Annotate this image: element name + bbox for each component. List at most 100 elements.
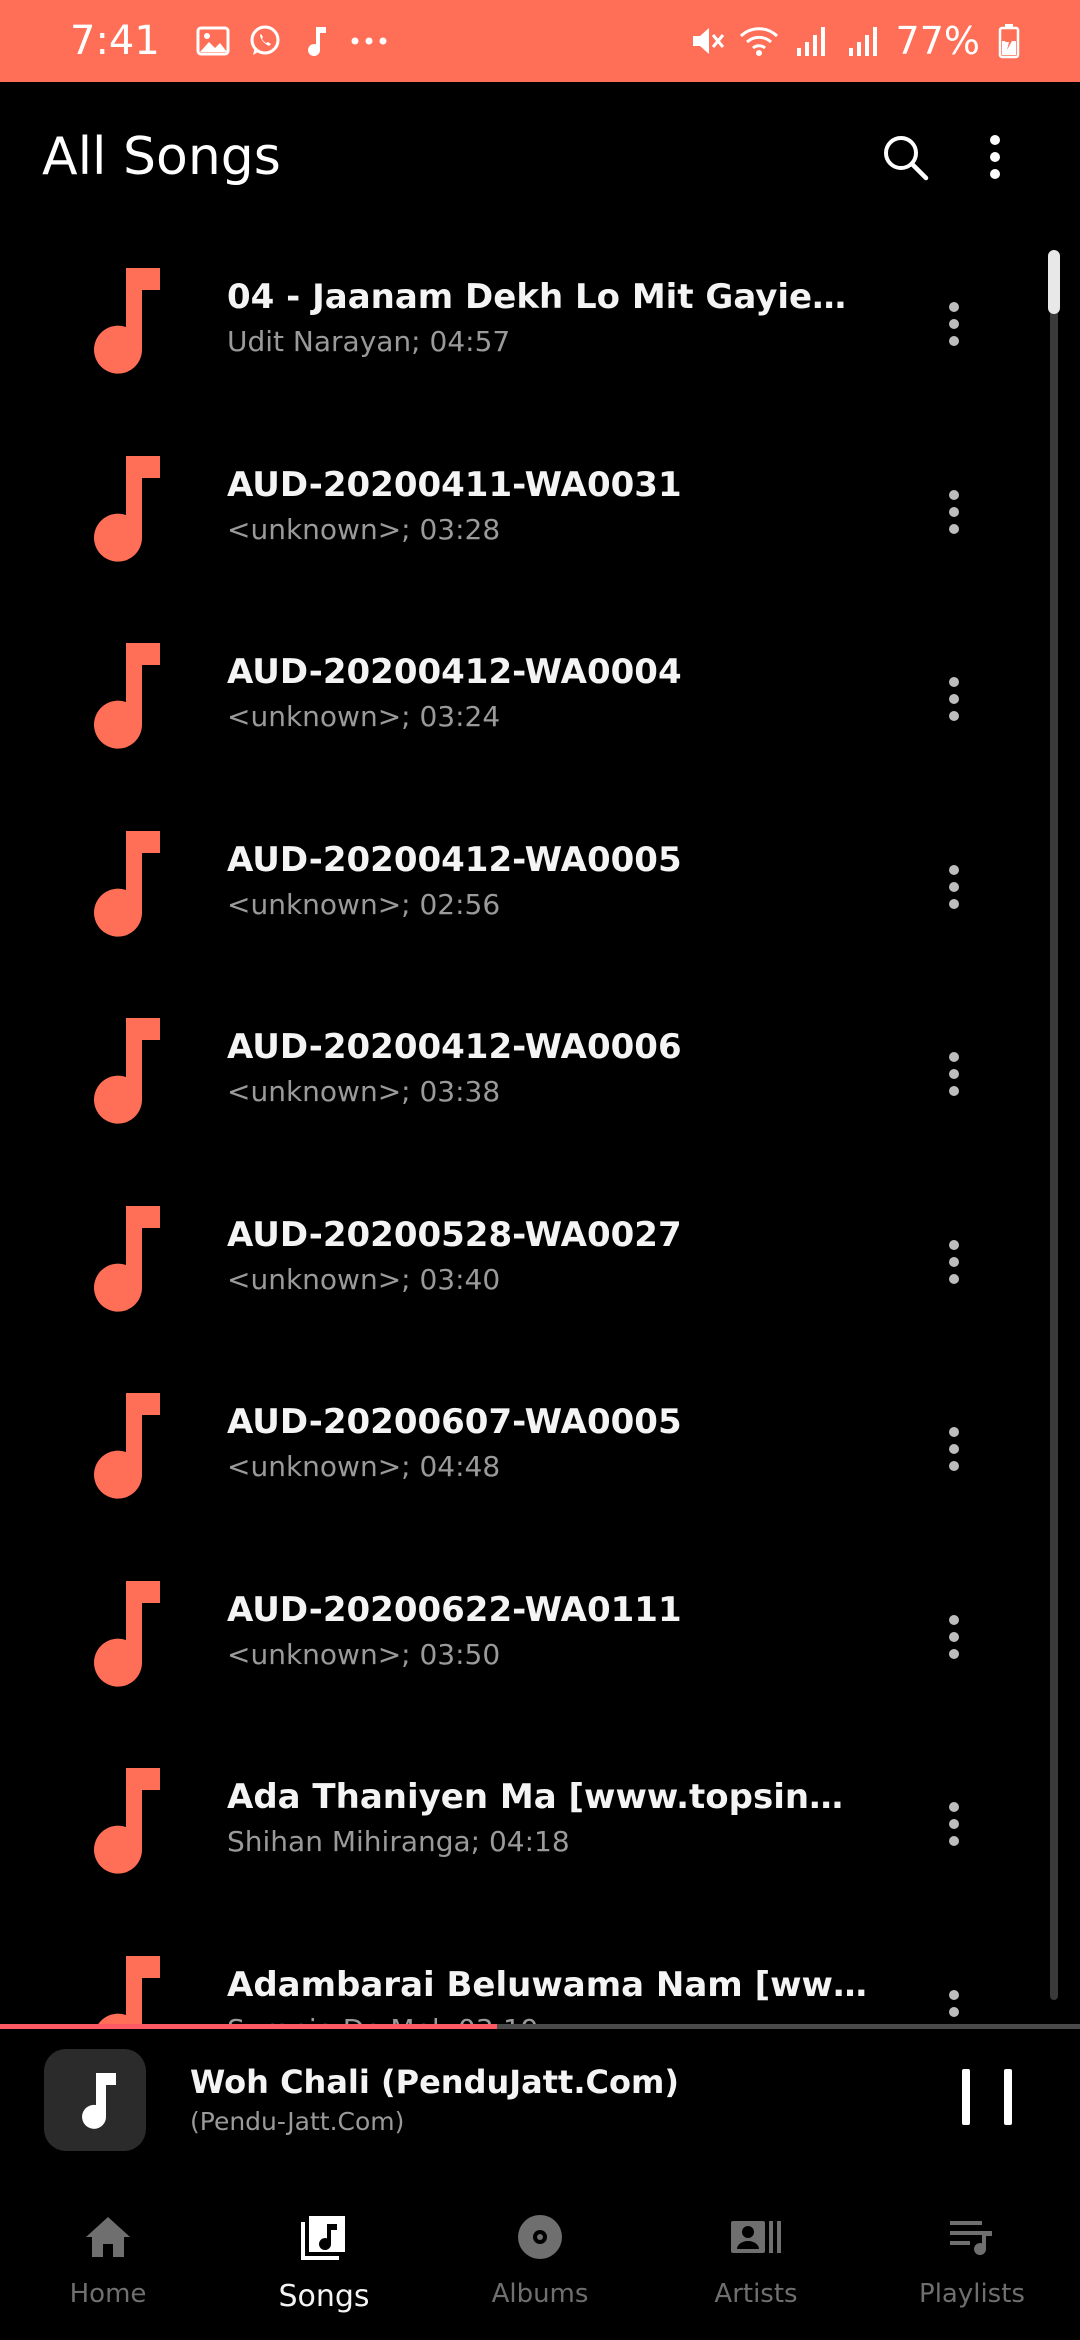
song-options-button[interactable] [930,1776,978,1872]
music-note-icon [84,1016,162,1124]
page-title: All Songs [42,127,281,187]
song-options-button[interactable] [930,651,978,747]
now-playing-title: Woh Chali (PenduJatt.Com) [190,2063,679,2101]
song-artist-duration: Shihan Mihiranga; 04:18 [227,1825,570,1858]
scrollbar-thumb[interactable] [1048,250,1060,314]
app-bar: All Songs [0,82,1080,232]
nav-albums[interactable]: Albums [432,2179,648,2340]
more-vert-icon [949,1802,959,1846]
song-artist-duration: <unknown>; 04:48 [227,1450,501,1483]
bottom-navigation: Home Songs Albums Artists Playlists [0,2179,1080,2340]
home-icon [80,2209,136,2265]
song-title: Ada Thaniyen Ma [www.topsinhalamp3.... [227,1777,867,1817]
signal-icon [840,18,886,64]
overflow-menu-button[interactable] [950,112,1040,202]
scrollbar-track[interactable] [1050,250,1058,2000]
whatsapp-icon [242,18,288,64]
nav-label: Albums [491,2279,589,2309]
more-vert-icon [949,1239,959,1284]
song-title: Adambarai Beluwama Nam [www.topsi... [227,1964,867,2005]
song-list-item[interactable]: AUD-20200411-WA0031 <unknown>; 03:28 [0,420,1080,607]
song-artist-duration: <unknown>; 03:24 [227,700,501,733]
song-title: AUD-20200412-WA0006 [227,1027,682,1067]
song-options-button[interactable] [930,1589,978,1685]
song-title: AUD-20200412-WA0004 [227,652,682,692]
gallery-icon [190,18,236,64]
music-note-icon [84,266,162,374]
music-note-icon [84,1954,162,2027]
music-note-icon [84,1579,162,1687]
more-vert-icon [949,677,959,721]
status-bar: 7:41 77% [0,0,1080,82]
song-list-item[interactable]: AUD-20200412-WA0005 <unknown>; 02:56 [0,795,1080,982]
song-options-button[interactable] [930,1214,978,1310]
song-title: 04 - Jaanam Dekh Lo Mit Gayien-(Veer Z..… [227,277,867,317]
song-options-button[interactable] [930,1964,978,2027]
song-options-button[interactable] [930,1401,978,1497]
pause-icon [962,2069,970,2125]
album-art [44,2049,146,2151]
more-vert-icon [949,1427,959,1471]
nav-home[interactable]: Home [0,2179,216,2340]
music-note-icon [84,1204,162,1312]
nav-artists[interactable]: Artists [648,2179,864,2340]
song-title: AUD-20200412-WA0005 [227,839,682,880]
more-vert-icon [949,864,959,909]
song-artist-duration: <unknown>; 03:38 [227,1075,501,1108]
song-options-button[interactable] [930,276,978,372]
song-list-item[interactable]: AUD-20200412-WA0004 <unknown>; 03:24 [0,607,1080,794]
song-list-item[interactable]: Ada Thaniyen Ma [www.topsinhalamp3.... S… [0,1732,1080,1919]
more-dots-icon [346,18,392,64]
search-icon [884,136,929,181]
wifi-icon [736,18,782,64]
mute-icon [684,18,730,64]
song-options-button[interactable] [930,464,978,560]
status-time: 7:41 [70,18,160,64]
playlists-icon [944,2209,1000,2265]
song-artist-duration: <unknown>; 03:50 [227,1637,501,1671]
nav-label: Playlists [919,2279,1025,2309]
search-button[interactable] [860,112,950,202]
music-note-icon [82,2073,116,2129]
nav-label: Home [69,2279,147,2309]
song-title: AUD-20200411-WA0031 [227,464,682,505]
music-note-icon [84,454,162,562]
more-vert-icon [949,489,959,534]
pause-icon [1004,2069,1012,2125]
album-icon [512,2209,568,2265]
nav-label: Artists [714,2279,798,2309]
more-vert-icon [949,302,959,346]
music-note-icon [84,829,162,937]
nav-songs[interactable]: Songs [216,2179,432,2340]
music-note-icon [84,641,162,749]
music-note-icon [84,1766,162,1874]
song-artist-duration: <unknown>; 03:40 [227,1262,501,1296]
song-list-item[interactable]: AUD-20200412-WA0006 <unknown>; 03:38 [0,982,1080,1169]
song-options-button[interactable] [930,1026,978,1122]
song-artist-duration: <unknown>; 03:28 [227,512,501,546]
battery-percentage: 77% [895,19,980,63]
song-title: AUD-20200528-WA0027 [227,1214,682,1255]
music-note-icon [294,18,340,64]
more-vert-icon [949,1052,959,1096]
song-artist-duration: <unknown>; 02:56 [227,887,501,921]
song-title: AUD-20200622-WA0111 [227,1589,682,1630]
more-vert-icon [949,1614,959,1659]
now-playing-artist: (Pendu-Jatt.Com) [190,2107,405,2136]
song-list-item[interactable]: AUD-20200528-WA0027 <unknown>; 03:40 [0,1170,1080,1357]
nav-label: Songs [278,2279,370,2314]
nav-playlists[interactable]: Playlists [864,2179,1080,2340]
song-list-item[interactable]: 04 - Jaanam Dekh Lo Mit Gayien-(Veer Z..… [0,232,1080,419]
signal-icon [788,18,834,64]
song-list[interactable]: 04 - Jaanam Dekh Lo Mit Gayien-(Veer Z..… [0,232,1080,2027]
song-list-item[interactable]: AUD-20200607-WA0005 <unknown>; 04:48 [0,1357,1080,1544]
pause-button[interactable] [962,2069,1012,2133]
song-options-button[interactable] [930,839,978,935]
songs-icon [296,2209,352,2265]
song-list-item[interactable]: AUD-20200622-WA0111 <unknown>; 03:50 [0,1545,1080,1732]
mini-player[interactable]: Woh Chali (PenduJatt.Com) (Pendu-Jatt.Co… [0,2029,1080,2179]
song-list-item[interactable]: Adambarai Beluwama Nam [www.topsi... Sur… [0,1920,1080,2027]
song-artist-duration: Udit Narayan; 04:57 [227,325,511,358]
song-title: AUD-20200607-WA0005 [227,1402,682,1442]
battery-charging-icon [986,18,1032,64]
